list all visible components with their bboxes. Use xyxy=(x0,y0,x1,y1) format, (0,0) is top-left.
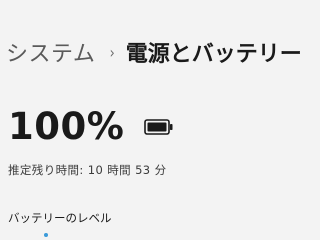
battery-percentage: 100% xyxy=(8,105,125,148)
battery-status: 100% xyxy=(8,108,174,145)
battery-fill-level xyxy=(147,122,167,131)
battery-full-icon xyxy=(144,118,174,135)
chart-indicator-dot xyxy=(44,233,48,237)
breadcrumb-system-link[interactable]: システム xyxy=(6,36,95,68)
estimated-time-remaining: 推定残り時間: 10 時間 53 分 xyxy=(8,162,166,178)
settings-page: システム › 電源とバッテリー 100% 推定残り時間: 10 時間 53 分 … xyxy=(0,0,302,240)
breadcrumb-separator-icon: › xyxy=(109,42,116,62)
estimated-time-value: 10 時間 53 分 xyxy=(87,163,167,177)
estimated-time-label: 推定残り時間: xyxy=(8,163,84,177)
battery-level-section-title: バッテリーのレベル xyxy=(8,211,112,225)
page-title: 電源とバッテリー xyxy=(125,42,302,67)
breadcrumb: システム › 電源とバッテリー xyxy=(6,36,302,68)
